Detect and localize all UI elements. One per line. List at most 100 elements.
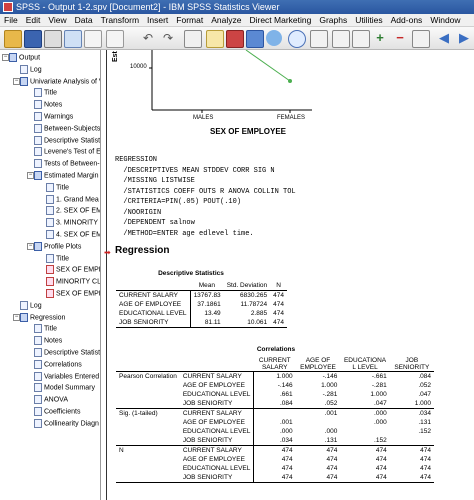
- outline-item-label: Title: [44, 89, 57, 97]
- undo-icon[interactable]: ↶: [140, 30, 156, 46]
- outline-item[interactable]: Collinearity Diagn: [34, 418, 99, 428]
- menu-window[interactable]: Window: [426, 14, 464, 26]
- sd-cell: 10.061: [223, 318, 271, 328]
- outline-item[interactable]: SEX OF EMPL: [46, 265, 101, 275]
- correlation-cell: 474: [253, 445, 296, 455]
- outline-item[interactable]: ANOVA: [34, 395, 68, 405]
- page-icon: [34, 324, 42, 334]
- pane-divider[interactable]: [106, 50, 107, 500]
- menu-edit[interactable]: Edit: [22, 14, 45, 26]
- goto-case-icon[interactable]: [206, 30, 224, 48]
- outline-item[interactable]: Estimated Margin: [34, 171, 98, 180]
- outline-item[interactable]: Correlations: [34, 359, 82, 369]
- table-row: JOB SENIORITY 81.11 10.061 474: [116, 318, 288, 328]
- menu-data[interactable]: Data: [71, 14, 97, 26]
- chart-icon[interactable]: [266, 30, 282, 46]
- outline-item[interactable]: Output: [9, 53, 40, 62]
- group-label: Sig. (1-tailed): [116, 408, 180, 418]
- outline-item[interactable]: Descriptive Statist: [34, 135, 100, 145]
- correlation-cell: .131: [324, 437, 338, 444]
- outline-item[interactable]: 2. SEX OF EM: [46, 206, 100, 216]
- outline-item[interactable]: Log: [20, 64, 42, 74]
- menu-direct-marketing[interactable]: Direct Marketing: [245, 14, 315, 26]
- outline-item[interactable]: Notes: [34, 336, 62, 346]
- table-row: AGE OF EMPLOYEE -.146 1.000 -.281 .052: [116, 381, 434, 390]
- scripts-icon[interactable]: [310, 30, 328, 48]
- collapse-toggle-icon[interactable]: −: [13, 313, 20, 321]
- outline-item[interactable]: Coefficients: [34, 407, 80, 416]
- outline-item[interactable]: Between-Subjects: [34, 123, 100, 133]
- menu-analyze[interactable]: Analyze: [207, 14, 245, 26]
- outline-item[interactable]: MINORITY CL: [46, 277, 100, 287]
- outline-item-label: Univariate Analysis of V: [30, 77, 101, 85]
- outline-item[interactable]: Title: [46, 253, 69, 263]
- descriptives-table[interactable]: Mean Std. Deviation N CURRENT SALARY 13767.8…: [116, 281, 288, 328]
- outline-item[interactable]: 3. MINORITY: [46, 218, 99, 228]
- goto-variable-icon[interactable]: [226, 30, 244, 48]
- descriptives-title: Descriptive Statistics: [158, 270, 224, 277]
- preview-icon[interactable]: [64, 30, 82, 48]
- redo-icon[interactable]: ↷: [160, 30, 176, 46]
- collapse-toggle-icon[interactable]: −: [27, 242, 34, 250]
- menu-insert[interactable]: Insert: [143, 14, 172, 26]
- page-icon: [34, 88, 42, 98]
- menu-utilities[interactable]: Utilities: [351, 14, 386, 26]
- variables-icon[interactable]: [246, 30, 264, 48]
- expand-icon[interactable]: +: [372, 30, 388, 46]
- goto-data-icon[interactable]: [184, 30, 202, 48]
- outline-item[interactable]: 1. Grand Mea: [46, 194, 99, 204]
- menu-view[interactable]: View: [44, 14, 70, 26]
- outline-item[interactable]: SEX OF EMPL: [46, 289, 101, 298]
- outline-item[interactable]: Title: [46, 182, 69, 192]
- outline-item[interactable]: Model Summary: [34, 383, 95, 393]
- menu-graphs[interactable]: Graphs: [315, 14, 351, 26]
- correlations-table[interactable]: CURRENT SALARY AGE OF EMPLOYEE EDUCATIONA …: [116, 357, 434, 483]
- outline-item[interactable]: Warnings: [34, 112, 73, 121]
- collapse-toggle-icon[interactable]: −: [27, 172, 34, 179]
- export-icon[interactable]: [84, 30, 102, 48]
- menu-add-ons[interactable]: Add-ons: [387, 14, 427, 26]
- designate-window-icon[interactable]: [332, 30, 350, 48]
- outline-item[interactable]: Univariate Analysis of V: [20, 76, 101, 86]
- menu-transform[interactable]: Transform: [97, 14, 143, 26]
- recall-dialog-icon[interactable]: [106, 30, 124, 48]
- correlation-cell: 474: [389, 445, 434, 455]
- outline-item[interactable]: 4. SEX OF EM: [46, 230, 100, 239]
- outline-pane[interactable]: Output − Log Univariate Analysis of V − Title…: [0, 50, 101, 500]
- show-icon[interactable]: [412, 30, 430, 48]
- outline-item[interactable]: Regression: [20, 312, 65, 322]
- outline-item[interactable]: Log: [20, 300, 42, 310]
- outline-item-label: SEX OF EMPL: [56, 266, 101, 274]
- outline-item[interactable]: Levene's Test of E: [34, 147, 100, 157]
- group-label: [116, 436, 180, 446]
- outline-item-label: Collinearity Diagn: [44, 420, 99, 428]
- book-icon: [20, 76, 28, 86]
- plot-y-tick-label: 10000: [130, 64, 147, 70]
- back-arrow-icon[interactable]: ◀: [436, 30, 452, 46]
- page-icon: [46, 230, 54, 239]
- forward-arrow-icon[interactable]: ▶: [456, 30, 472, 46]
- open-folder-icon[interactable]: [4, 30, 22, 48]
- menu-file[interactable]: File: [0, 14, 22, 26]
- print-icon[interactable]: [44, 30, 62, 48]
- outline-item-label: 1. Grand Mea: [56, 195, 99, 203]
- collapse-toggle-icon[interactable]: −: [13, 77, 20, 85]
- outline-item[interactable]: Notes: [34, 100, 62, 110]
- outline-item-label: Tests of Between-: [44, 160, 100, 168]
- outline-item[interactable]: Variables Entered: [34, 371, 99, 381]
- menu-format[interactable]: Format: [172, 14, 207, 26]
- find-icon[interactable]: [288, 30, 306, 48]
- outline-item[interactable]: Title: [34, 88, 57, 98]
- outline-item-label: SEX OF EMPL: [56, 290, 101, 298]
- outline-item[interactable]: Profile Plots: [34, 241, 81, 251]
- correlation-cell: 474: [340, 445, 390, 455]
- save-icon[interactable]: [24, 30, 42, 48]
- outline-item[interactable]: Title: [34, 324, 57, 334]
- outline-item-label: 3. MINORITY: [56, 219, 99, 227]
- outline-item[interactable]: Tests of Between-: [34, 159, 100, 169]
- collapse-toggle-icon[interactable]: −: [2, 54, 9, 61]
- outline-item[interactable]: Descriptive Statist: [34, 348, 100, 357]
- collapse-icon[interactable]: −: [392, 30, 408, 46]
- correlation-cell: -.281: [371, 382, 387, 389]
- show-all-icon[interactable]: [352, 30, 370, 48]
